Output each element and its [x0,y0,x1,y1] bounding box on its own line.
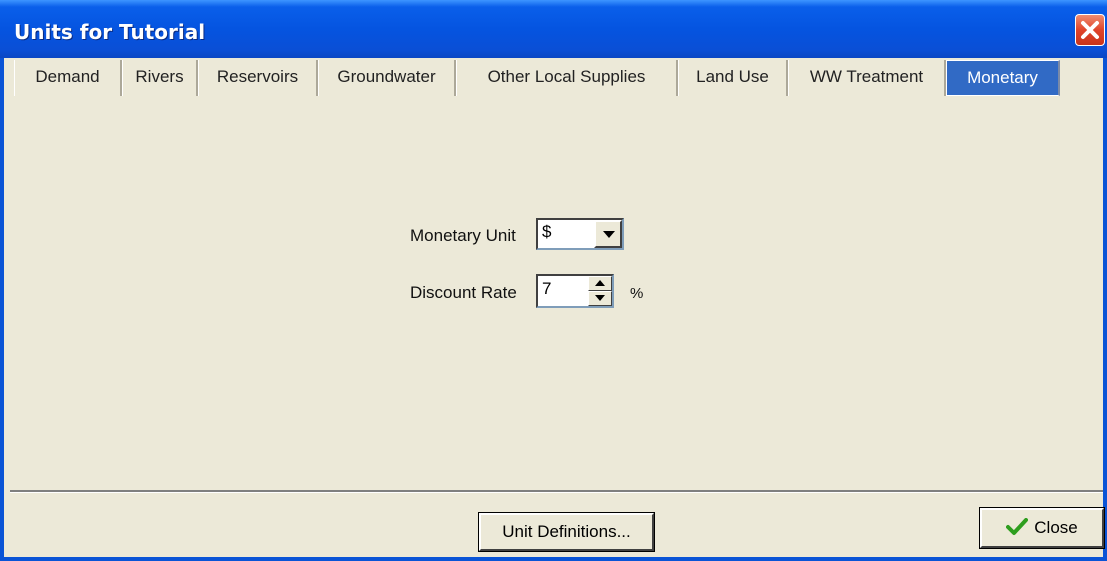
tab-ww-treatment[interactable]: WW Treatment [788,60,946,96]
tab-label: Other Local Supplies [487,67,646,86]
tab-rivers[interactable]: Rivers [122,60,198,96]
window-close-button[interactable] [1075,14,1105,46]
tab-bar: Demand Rivers Reservoirs Groundwater Oth… [14,60,1060,96]
tab-label: Monetary [967,68,1038,87]
chevron-down-icon [603,231,615,238]
unit-definitions-button[interactable]: Unit Definitions... [478,512,655,552]
tab-other-local-supplies[interactable]: Other Local Supplies [456,60,678,96]
checkmark-icon [1006,518,1029,535]
window-title: Units for Tutorial [14,20,206,44]
spin-up-button[interactable] [588,276,612,291]
tab-land-use[interactable]: Land Use [678,60,788,96]
tab-demand[interactable]: Demand [14,60,122,96]
tab-monetary[interactable]: Monetary [946,60,1060,96]
tab-label: Rivers [135,67,184,86]
monetary-unit-select[interactable]: $ [536,218,624,250]
close-label: Close [1034,518,1078,537]
close-x-icon [1081,21,1099,39]
tab-label: Demand [35,67,100,86]
close-button[interactable]: Close [979,507,1105,549]
monetary-unit-value: $ [542,222,552,241]
monetary-unit-dropdown-button[interactable] [594,220,622,248]
units-dialog: Units for Tutorial Demand Rivers Reservo… [0,0,1107,561]
percent-suffix: % [630,285,644,302]
tab-label: Reservoirs [216,67,299,86]
spin-down-button[interactable] [588,291,612,306]
tab-groundwater[interactable]: Groundwater [318,60,456,96]
arrow-down-icon [595,295,605,301]
arrow-up-icon [595,280,605,286]
unit-definitions-label: Unit Definitions... [502,522,631,541]
tab-label: Groundwater [337,67,436,86]
tab-label: WW Treatment [809,67,924,86]
title-bar[interactable]: Units for Tutorial [0,0,1107,58]
discount-rate-value: 7 [542,279,552,298]
tab-label: Land Use [696,67,769,86]
tab-reservoirs[interactable]: Reservoirs [198,60,318,96]
monetary-unit-label: Monetary Unit [410,226,516,245]
discount-rate-label: Discount Rate [410,283,517,302]
discount-rate-spinner[interactable]: 7 [536,274,614,308]
